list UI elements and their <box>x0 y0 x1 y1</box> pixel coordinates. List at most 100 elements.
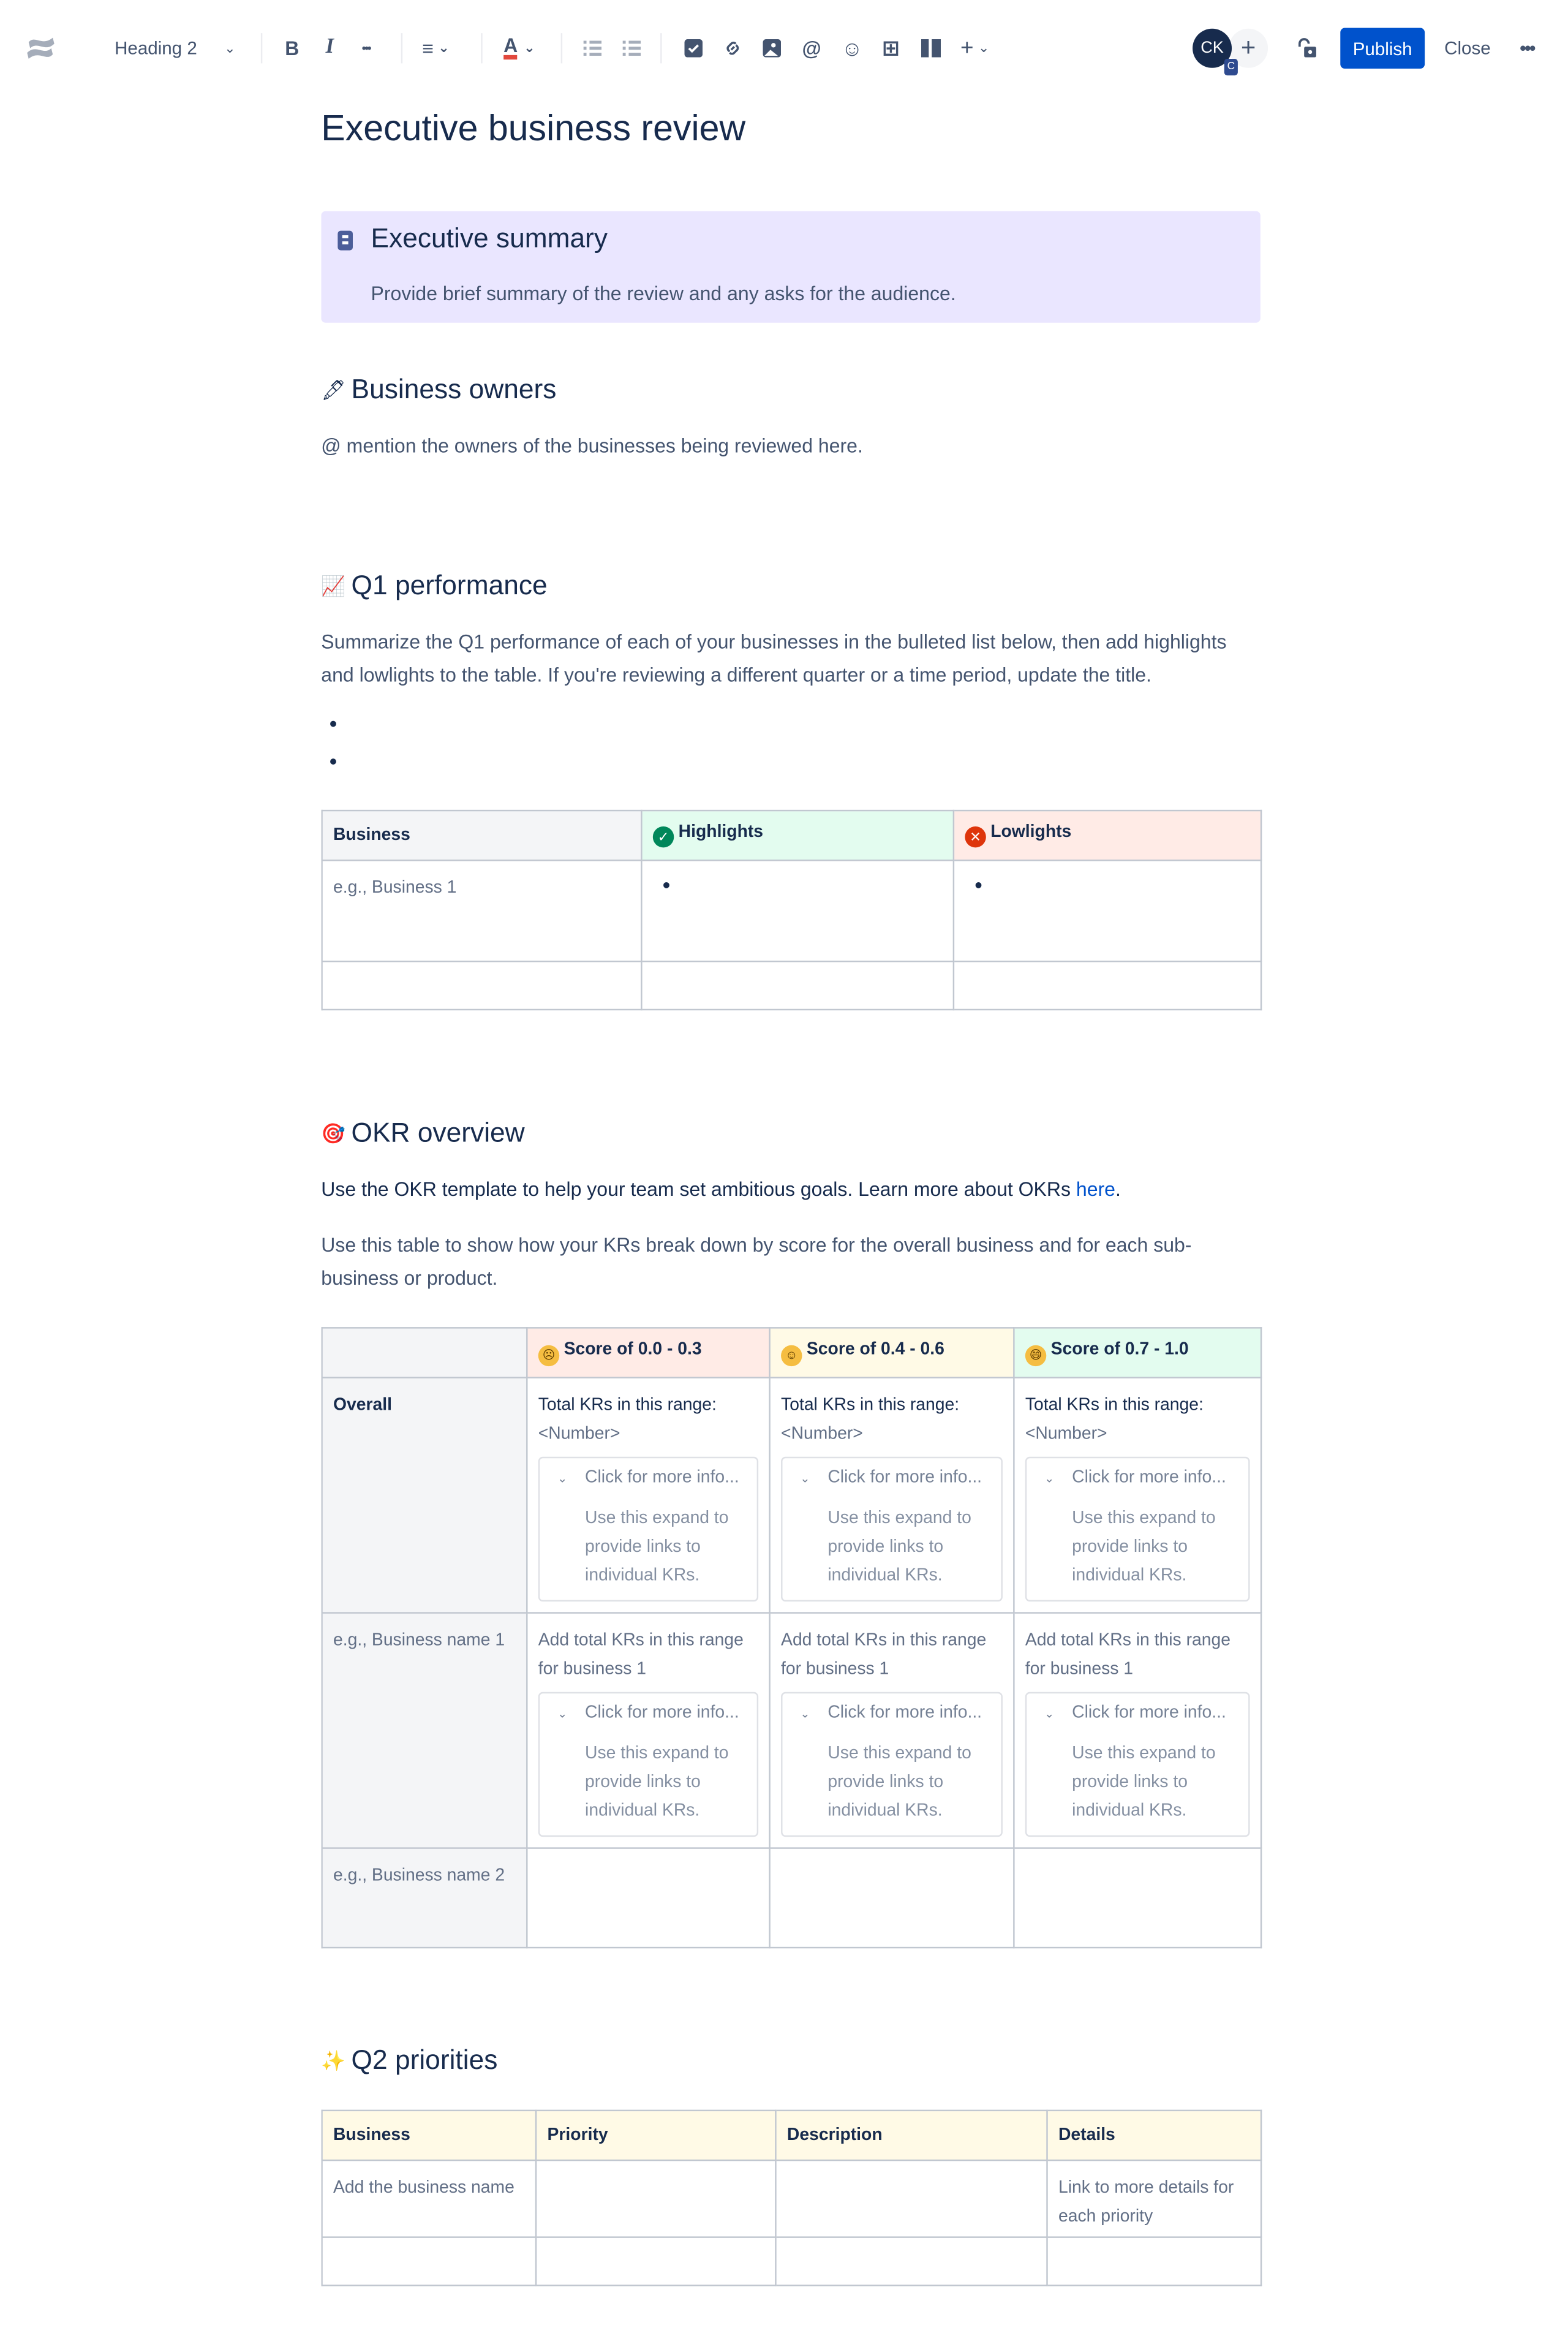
table-cell[interactable] <box>775 2236 1048 2286</box>
okr-overview-heading: 🎯 OKR overview <box>321 1117 524 1149</box>
expand-block[interactable]: ⌄ Click for more info... Use this expand t… <box>1025 1692 1250 1837</box>
link-icon[interactable] <box>724 39 742 58</box>
expand-header[interactable]: ⌄ Click for more info... <box>540 1467 756 1488</box>
table-header-row: Business ✓ Highlights ✕ Lowlights <box>321 809 1262 861</box>
header-details[interactable]: Details <box>1046 2109 1262 2161</box>
table-cell[interactable] <box>952 860 1262 962</box>
bullet-list-icon[interactable] <box>583 40 602 56</box>
table-cell[interactable] <box>952 960 1262 1011</box>
alignment-dropdown[interactable]: ≡ ⌄ <box>422 37 450 59</box>
confluence-logo-icon[interactable] <box>24 32 57 65</box>
table-cell[interactable] <box>321 960 643 1011</box>
editor-root: Heading 2 ⌄ B I ••• ≡ ⌄ A ⌄ @ ☺ ⊞ + ⌄ + … <box>0 0 1568 2286</box>
table-cell[interactable]: Add total KRs in this range for business… <box>769 1612 1015 1849</box>
header-highlights[interactable]: ✓ Highlights <box>641 809 955 861</box>
expand-block[interactable]: ⌄ Click for more info... Use this expand t… <box>538 1456 759 1602</box>
expand-block[interactable]: ⌄ Click for more info... Use this expand t… <box>781 1456 1003 1602</box>
table-cell[interactable] <box>1046 2236 1262 2286</box>
expand-block[interactable]: ⌄ Click for more info... Use this expand t… <box>1025 1456 1250 1602</box>
unlock-icon[interactable] <box>1297 38 1317 59</box>
row-header-overall[interactable]: Overall <box>321 1377 528 1614</box>
table-cell[interactable]: Total KRs in this range: <Number> ⌄ Click … <box>769 1377 1015 1614</box>
intro-end: . <box>1115 1178 1121 1201</box>
expand-title: Click for more info... <box>1072 1469 1226 1488</box>
plus-icon: + <box>960 35 974 61</box>
executive-summary-panel[interactable]: Executive summary Provide brief summary … <box>321 211 1261 323</box>
table-cell[interactable]: Add total KRs in this range for business… <box>1013 1612 1262 1849</box>
task-icon[interactable] <box>684 39 703 58</box>
table-cell[interactable] <box>1013 1847 1262 1949</box>
header-score-low[interactable]: ☹ Score of 0.0 - 0.3 <box>526 1327 771 1378</box>
slightly-smiling-face-icon: ☺ <box>781 1344 802 1366</box>
numbered-list-icon[interactable] <box>622 40 641 56</box>
okr-intro-text[interactable]: Use the OKR template to help your team s… <box>321 1173 1261 1206</box>
header-score-mid[interactable]: ☺ Score of 0.4 - 0.6 <box>769 1327 1015 1378</box>
header-business[interactable]: Business <box>321 809 643 861</box>
table-cell[interactable] <box>641 860 955 962</box>
expand-header[interactable]: ⌄ Click for more info... <box>540 1703 756 1723</box>
heading-text: Business owners <box>351 374 557 404</box>
header-lowlights[interactable]: ✕ Lowlights <box>952 809 1262 861</box>
expand-header[interactable]: ⌄ Click for more info... <box>1027 1467 1248 1488</box>
table-cell[interactable] <box>775 2159 1048 2238</box>
header-empty[interactable] <box>321 1327 528 1378</box>
expand-body: Use this expand to provide links to indi… <box>1072 1509 1216 1586</box>
image-icon[interactable] <box>763 39 782 58</box>
bold-icon[interactable]: B <box>285 37 299 59</box>
row-header-business-2[interactable]: e.g., Business name 2 <box>321 1847 528 1949</box>
expand-block[interactable]: ⌄ Click for more info... Use this expand t… <box>538 1692 759 1837</box>
more-actions-icon[interactable]: ••• <box>1520 38 1536 59</box>
avatar[interactable]: CK C <box>1193 28 1238 76</box>
business-owners-heading: 🖋 Business owners <box>321 374 556 406</box>
business-owners-text[interactable]: @ mention the owners of the businesses b… <box>321 430 1261 463</box>
q1-performance-text[interactable]: Summarize the Q1 performance of each of … <box>321 626 1261 692</box>
expand-header[interactable]: ⌄ Click for more info... <box>783 1703 1001 1723</box>
italic-icon[interactable]: I <box>326 36 334 60</box>
emoji-icon[interactable]: ☺ <box>842 36 863 60</box>
header-priority[interactable]: Priority <box>535 2109 777 2161</box>
header-score-high[interactable]: 😄 Score of 0.7 - 1.0 <box>1013 1327 1262 1378</box>
text-color-dropdown[interactable]: A ⌄ <box>503 36 535 60</box>
expand-block[interactable]: ⌄ Click for more info... Use this expand t… <box>781 1692 1003 1837</box>
header-description[interactable]: Description <box>775 2109 1048 2161</box>
okr-learn-more-link[interactable]: here <box>1076 1178 1115 1200</box>
table-row: Add the business name Link to more detai… <box>321 2159 1262 2238</box>
more-formatting-icon[interactable]: ••• <box>362 42 372 55</box>
close-button[interactable]: Close <box>1444 38 1491 59</box>
page-title[interactable]: Executive business review <box>321 108 745 151</box>
expand-header[interactable]: ⌄ Click for more info... <box>1027 1703 1248 1723</box>
table-cell[interactable] <box>535 2159 777 2238</box>
header-business[interactable]: Business <box>321 2109 537 2161</box>
table-row: e.g., Business 1 <box>321 860 1262 962</box>
layout-icon[interactable] <box>921 39 941 58</box>
okr-table-description[interactable]: Use this table to show how your KRs brea… <box>321 1229 1261 1295</box>
table-cell[interactable]: Total KRs in this range: <Number> ⌄ Click … <box>1013 1377 1262 1614</box>
bullet-point[interactable] <box>330 758 336 765</box>
table-cell[interactable] <box>769 1847 1015 1949</box>
intro-text: Use the OKR template to help your team s… <box>321 1178 1076 1201</box>
table-cell[interactable]: Link to more details for each priority <box>1046 2159 1262 2238</box>
table-cell[interactable]: e.g., Business 1 <box>321 860 643 962</box>
cell-text: Link to more details for each priority <box>1058 2179 1234 2226</box>
expand-body: Use this expand to provide links to indi… <box>1072 1744 1216 1821</box>
row-label: Overall <box>333 1396 392 1415</box>
table-cell[interactable]: Total KRs in this range: <Number> ⌄ Click … <box>526 1377 771 1614</box>
text-style-dropdown[interactable]: Heading 2 ⌄ <box>115 38 236 59</box>
expand-header[interactable]: ⌄ Click for more info... <box>783 1467 1001 1488</box>
total-krs-text: Total KRs in this range: <box>781 1396 960 1415</box>
table-cell[interactable] <box>321 2236 537 2286</box>
bullet-point[interactable] <box>330 720 336 727</box>
table-cell[interactable] <box>526 1847 771 1949</box>
row-header-business-1[interactable]: e.g., Business name 1 <box>321 1612 528 1849</box>
publish-button[interactable]: Publish <box>1340 28 1425 69</box>
table-cell[interactable] <box>535 2236 777 2286</box>
table-cell[interactable]: Add the business name <box>321 2159 537 2238</box>
grinning-face-icon: 😄 <box>1025 1344 1047 1366</box>
mention-icon[interactable]: @ <box>802 37 821 59</box>
cell-text <box>787 2161 1036 2174</box>
insert-dropdown[interactable]: + ⌄ <box>960 36 990 61</box>
table-cell[interactable]: Add total KRs in this range for business… <box>526 1612 771 1849</box>
header-label: Score of 0.0 - 0.3 <box>564 1340 702 1358</box>
table-cell[interactable] <box>641 960 955 1011</box>
table-icon[interactable]: ⊞ <box>882 36 900 61</box>
